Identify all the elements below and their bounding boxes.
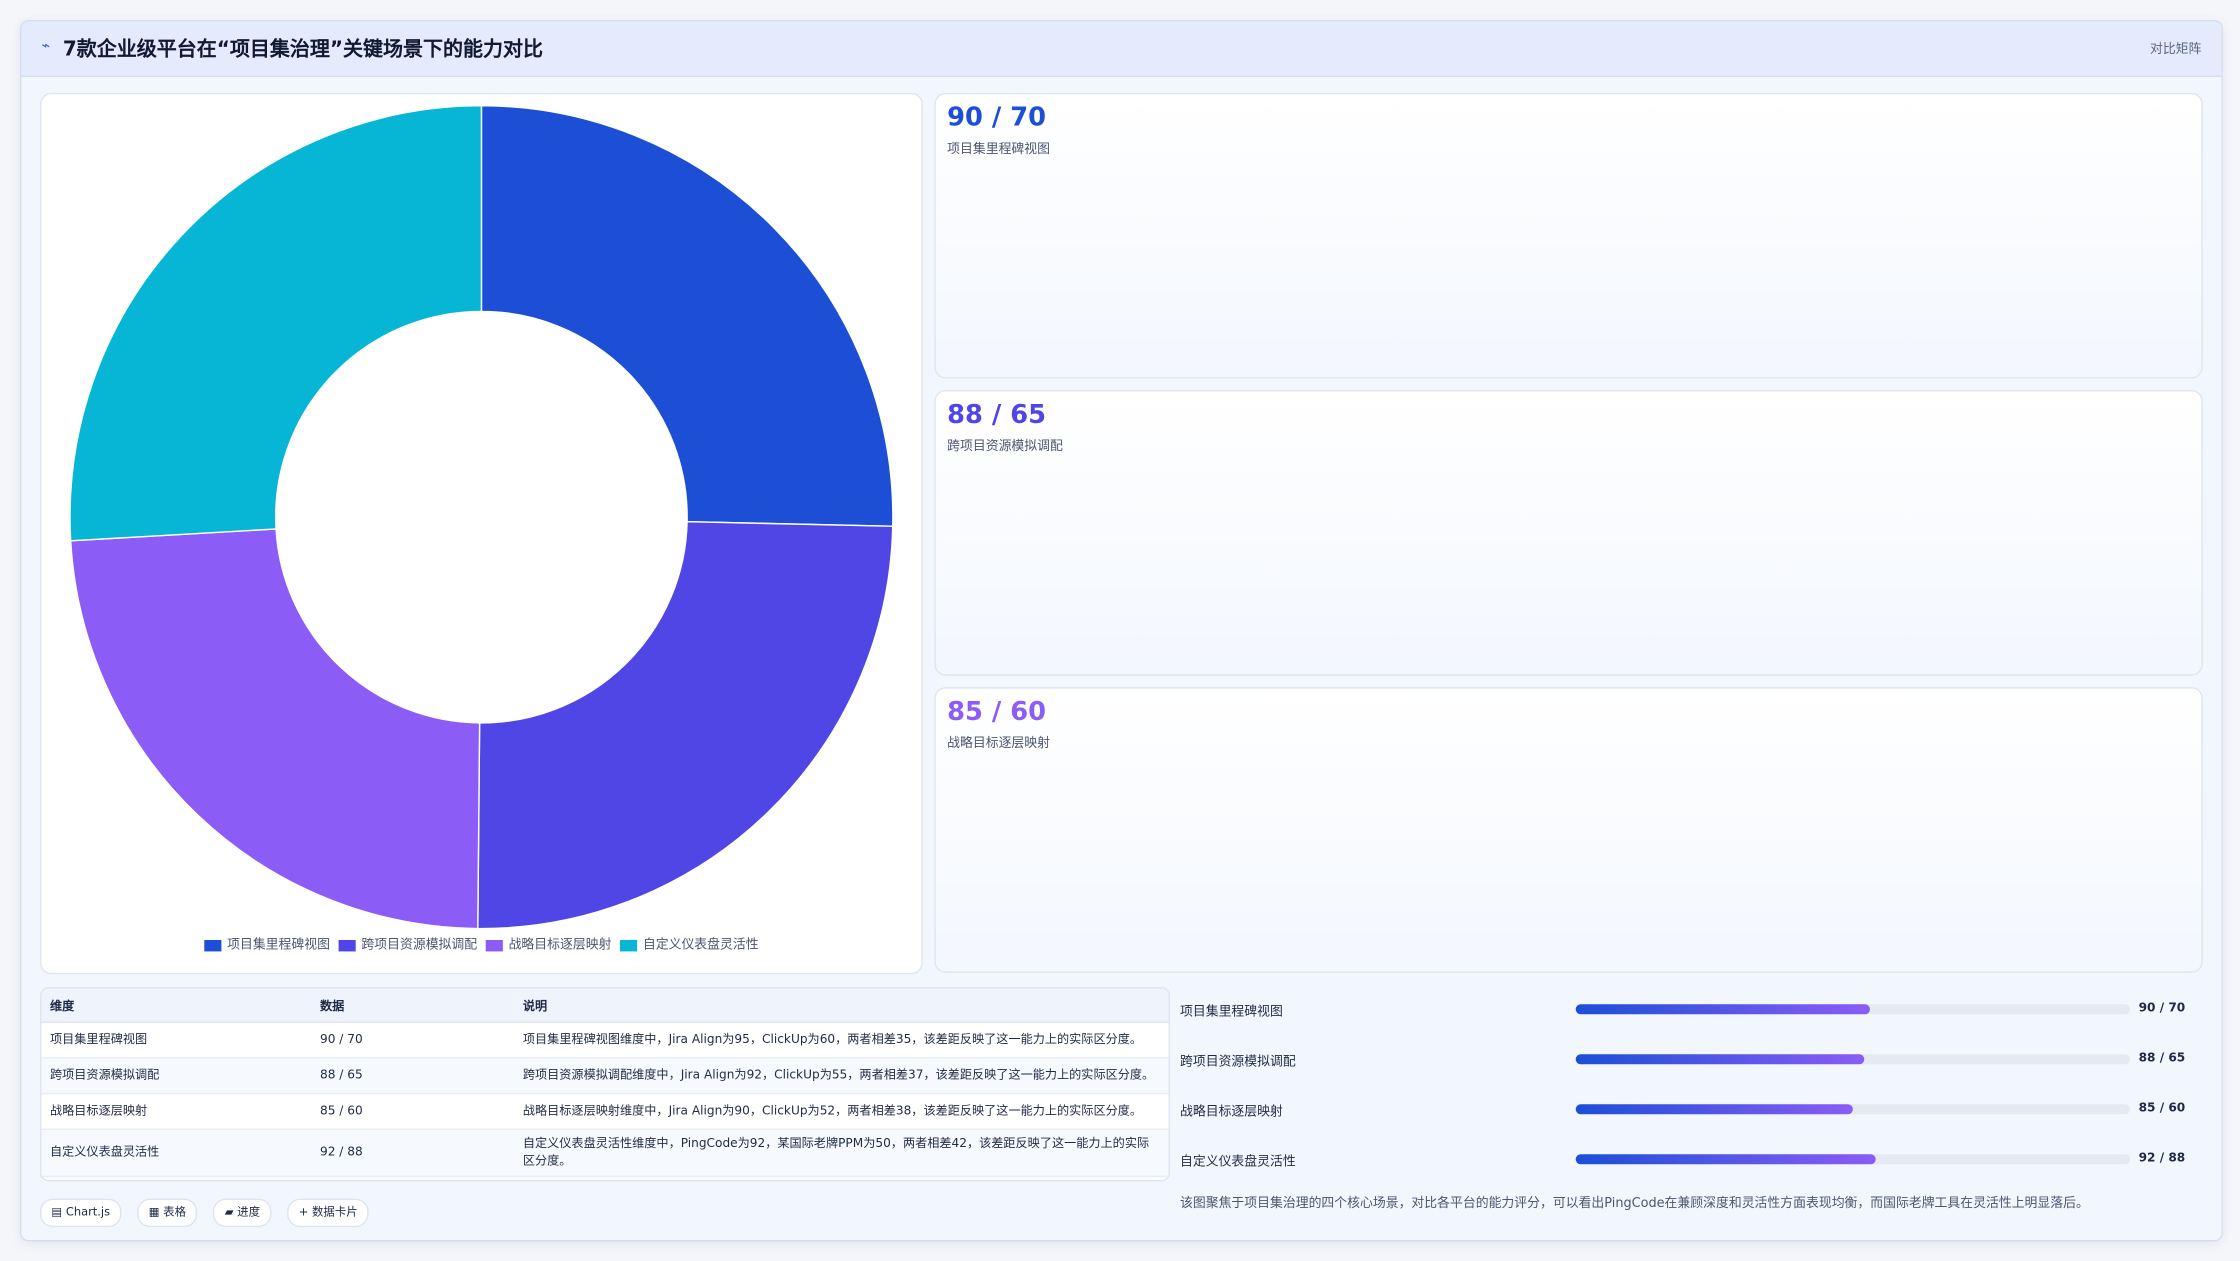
cell-description: 项目集里程碑视图维度中，Jira Align为95，ClickUp为60，两者相… [514,1022,1169,1059]
column-header-dimension: 维度 [41,988,312,1023]
progress-row: 战略目标逐层映射 85 / 60 [1180,1099,2209,1122]
cell-description: 战略目标逐层映射维度中，Jira Align为90，ClickUp为52，两者相… [514,1093,1169,1130]
stat-value: 85 / 60 [947,697,1047,728]
cell-dimension: 项目集里程碑视图 [41,1022,312,1059]
progress-value: 88 / 65 [2138,1051,2186,1066]
chart-line-icon: ⌁ [41,38,51,55]
chip-data-card[interactable]: + 数据卡片 [287,1198,370,1228]
cell-data: 90 / 70 [311,1022,515,1059]
progress-track [1575,1154,2130,1165]
legend-swatch [620,939,638,951]
table-row: 跨项目资源模拟调配 88 / 65 跨项目资源模拟调配维度中，Jira Alig… [41,1057,1169,1095]
summary-text: 该图聚焦于项目集治理的四个核心场景，对比各平台的能力评分，可以看出PingCod… [1179,1197,2089,1212]
progress-fill [1575,1104,1853,1115]
column-header-description: 说明 [514,988,1169,1023]
progress-value: 85 / 60 [2138,1101,2186,1116]
progress-row: 跨项目资源模拟调配 88 / 65 [1180,1049,2209,1072]
legend-item[interactable]: 跨项目资源模拟调配 [338,934,478,953]
cell-description: 自定义仪表盘灵活性维度中，PingCode为92，某国际老牌PPM为50，两者相… [514,1129,1169,1178]
cell-data: 92 / 88 [311,1129,515,1178]
legend-label: 自定义仪表盘灵活性 [642,938,759,953]
legend-label: 项目集里程碑视图 [227,938,330,953]
cell-dimension: 战略目标逐层映射 [41,1093,312,1130]
donut-chart [69,104,894,930]
progress-label: 跨项目资源模拟调配 [1179,1055,1296,1070]
cell-data: 88 / 65 [311,1057,515,1095]
matrix-tag: 对比矩阵 [2149,42,2202,58]
chip-table[interactable]: ▦ 表格 [137,1198,198,1228]
stat-label: 战略目标逐层映射 [947,737,1051,752]
stat-label: 跨项目资源模拟调配 [947,439,1063,455]
stat-card: 90 / 70 项目集里程碑视图 [934,92,2203,379]
cell-dimension: 跨项目资源模拟调配 [41,1057,312,1095]
dashboard-panel: ⌁ 7款企业级平台在“项目集治理”关键场景下的能力对比 对比矩阵 项目集里程碑视… [19,19,2223,1242]
stat-card: 85 / 60 战略目标逐层映射 [934,687,2203,973]
cell-dimension: 自定义仪表盘灵活性 [41,1129,312,1178]
progress-value: 92 / 88 [2138,1151,2186,1166]
stat-card: 88 / 65 跨项目资源模拟调配 [934,389,2203,676]
progress-label: 战略目标逐层映射 [1179,1105,1283,1120]
chart-legend: 项目集里程碑视图 跨项目资源模拟调配 战略目标逐层映射 自定义仪表盘灵活性 [41,934,921,954]
data-table: 维度 数据 说明 项目集里程碑视图 90 / 70 项目集里程碑视图维度中，Ji… [41,988,1169,1178]
legend-item[interactable]: 自定义仪表盘灵活性 [620,934,759,953]
table-row: 自定义仪表盘灵活性 92 / 88 自定义仪表盘灵活性维度中，PingCode为… [41,1129,1169,1178]
legend-label: 跨项目资源模拟调配 [361,938,478,953]
table-row: 战略目标逐层映射 85 / 60 战略目标逐层映射维度中，Jira Align为… [41,1093,1169,1130]
stat-value: 90 / 70 [947,102,1047,133]
cell-description: 跨项目资源模拟调配维度中，Jira Align为92，ClickUp为55，两者… [514,1057,1169,1095]
progress-track [1575,1104,2130,1115]
progress-fill [1575,1004,1870,1015]
progress-track [1575,1004,2130,1015]
progress-value: 90 / 70 [2138,1001,2186,1016]
page-title: 7款企业级平台在“项目集治理”关键场景下的能力对比 [62,38,544,62]
legend-swatch [204,939,222,951]
legend-swatch [485,939,503,951]
stat-value: 88 / 65 [947,399,1047,430]
progress-fill [1575,1154,1876,1165]
legend-item[interactable]: 项目集里程碑视图 [204,934,330,953]
legend-swatch [338,939,356,951]
legend-label: 战略目标逐层映射 [508,938,612,953]
donut-slice[interactable] [69,104,483,542]
donut-slice[interactable] [69,528,481,930]
donut-chart-card: 项目集里程碑视图 跨项目资源模拟调配 战略目标逐层映射 自定义仪表盘灵活性 [39,92,923,975]
column-header-data: 数据 [311,988,515,1023]
progress-label: 自定义仪表盘灵活性 [1179,1155,1296,1170]
legend-item[interactable]: 战略目标逐层映射 [485,934,612,953]
stat-label: 项目集里程碑视图 [947,142,1051,158]
cell-data: 85 / 60 [311,1093,515,1130]
progress-list: 项目集里程碑视图 90 / 70 跨项目资源模拟调配 88 / 65 战略目标逐… [1180,987,2209,1187]
progress-fill [1575,1054,1864,1065]
progress-label: 项目集里程碑视图 [1179,1005,1283,1020]
view-chips: ▤ Chart.js ▦ 表格 ▰ 进度 + 数据卡片 [39,1194,378,1228]
chip-chartjs[interactable]: ▤ Chart.js [39,1198,122,1228]
table-row: 项目集里程碑视图 90 / 70 项目集里程碑视图维度中，Jira Align为… [41,1022,1169,1059]
progress-row: 项目集里程碑视图 90 / 70 [1180,999,2209,1022]
data-table-card: 维度 数据 说明 项目集里程碑视图 90 / 70 项目集里程碑视图维度中，Ji… [39,987,1170,1182]
chip-progress[interactable]: ▰ 进度 [213,1198,272,1228]
progress-row: 自定义仪表盘灵活性 92 / 88 [1180,1149,2209,1172]
donut-slice[interactable] [480,104,894,527]
donut-slice[interactable] [477,520,894,930]
progress-track [1575,1054,2130,1065]
panel-header: ⌁ 7款企业级平台在“项目集治理”关键场景下的能力对比 对比矩阵 [21,21,2222,78]
